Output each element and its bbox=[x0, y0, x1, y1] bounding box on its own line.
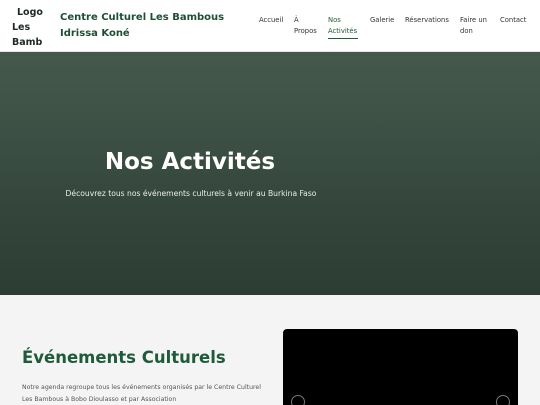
site-logo[interactable]: Logo Les Bamb bbox=[12, 5, 46, 47]
site-title[interactable]: Centre Culturel Les Bambous Idrissa Koné bbox=[60, 10, 255, 42]
events-section: Événements Culturels Notre agenda regrou… bbox=[0, 295, 540, 405]
video-control-icon[interactable] bbox=[291, 395, 305, 405]
logo-alt-text-line-3: Bamb bbox=[12, 37, 43, 47]
hero-banner: Nos Activités Découvrez tous nos événeme… bbox=[0, 52, 540, 295]
video-control-icon[interactable] bbox=[496, 395, 510, 405]
nav-link-accueil[interactable]: Accueil bbox=[259, 15, 283, 26]
nav-link-reservations[interactable]: Réservations bbox=[405, 15, 449, 26]
section-description: Notre agenda regroupe tous les événement… bbox=[22, 384, 261, 403]
logo-alt-text-line-1: Logo bbox=[17, 7, 43, 18]
nav-link-contact[interactable]: Contact bbox=[500, 15, 526, 26]
nav-link-nos-activites[interactable]: Nos Activités bbox=[328, 15, 362, 37]
nav-link-faire-un-don[interactable]: Faire un don bbox=[460, 15, 494, 37]
nav-link-a-propos[interactable]: À Propos bbox=[294, 15, 320, 37]
active-nav-underline bbox=[328, 38, 358, 39]
logo-alt-text-line-2: Les bbox=[12, 22, 31, 33]
hero-title: Nos Activités bbox=[104, 149, 276, 175]
section-title: Événements Culturels bbox=[22, 348, 226, 367]
nav-link-galerie[interactable]: Galerie bbox=[370, 15, 394, 26]
hero-subtitle: Découvrez tous nos événements culturels … bbox=[65, 189, 317, 198]
site-header: Logo Les Bamb Centre Culturel Les Bambou… bbox=[0, 0, 540, 52]
video-player[interactable] bbox=[283, 329, 518, 405]
